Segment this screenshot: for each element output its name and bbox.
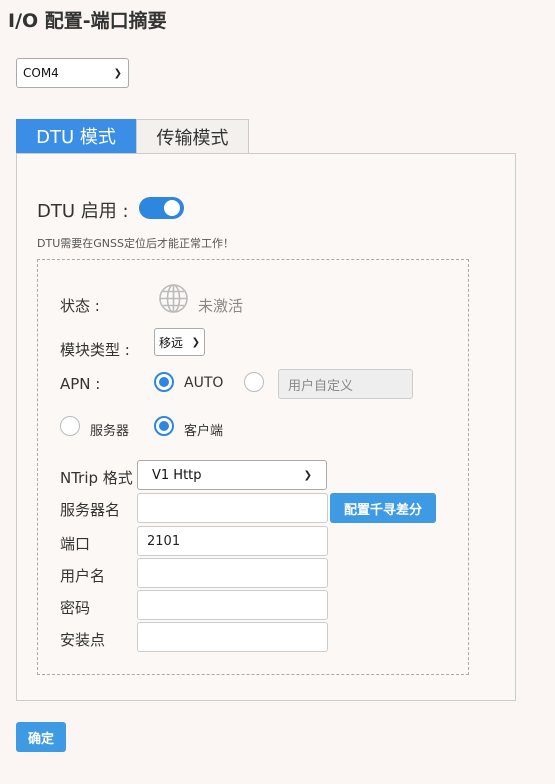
server-name-input[interactable] — [137, 493, 328, 523]
tab-dtu-mode[interactable]: DTU 模式 — [16, 119, 136, 153]
module-type-label: 模块类型 : — [60, 341, 130, 359]
username-label: 用户名 — [60, 567, 106, 585]
ntrip-format-value: V1 Http — [152, 467, 202, 483]
ntrip-format-label: NTrip 格式 — [60, 469, 133, 487]
apn-custom-radio[interactable] — [244, 372, 264, 392]
password-label: 密码 — [60, 599, 91, 617]
chevron-down-icon: ❯ — [303, 469, 312, 481]
status-value: 未激活 — [198, 297, 244, 315]
globe-icon — [158, 283, 189, 314]
dtu-enable-label: DTU 启用 : — [37, 201, 129, 222]
port-select-value: COM4 — [23, 66, 59, 80]
dtu-enable-toggle[interactable] — [139, 197, 184, 219]
ntrip-format-select[interactable]: V1 Http ❯ — [137, 460, 327, 490]
client-label: 客户端 — [184, 424, 224, 439]
dtu-note: DTU需要在GNSS定位后才能正常工作！ — [37, 237, 234, 250]
password-input[interactable] — [137, 590, 328, 620]
apn-auto-radio[interactable] — [154, 372, 174, 392]
confirm-button[interactable]: 确定 — [16, 722, 66, 752]
toggle-knob — [164, 200, 180, 216]
apn-auto-label: AUTO — [184, 375, 224, 391]
server-label: 服务器 — [90, 424, 130, 439]
server-radio[interactable] — [60, 416, 80, 436]
port-label: 端口 — [60, 535, 91, 553]
module-type-value: 移远 — [159, 335, 184, 350]
module-type-select[interactable]: 移远 ❯ — [154, 328, 205, 356]
mountpoint-label: 安装点 — [60, 631, 106, 649]
page-title: I/O 配置-端口摘要 — [8, 10, 167, 32]
username-input[interactable] — [137, 558, 328, 588]
tab-transfer-mode[interactable]: 传输模式 — [136, 119, 249, 153]
chevron-down-icon: ❯ — [191, 336, 200, 348]
mountpoint-input[interactable] — [137, 622, 328, 652]
status-label: 状态 : — [60, 297, 100, 315]
qianxun-config-button[interactable]: 配置千寻差分 — [330, 493, 436, 523]
apn-label: APN : — [60, 375, 101, 393]
server-name-label: 服务器名 — [60, 501, 121, 519]
apn-custom-input[interactable]: 用户自定义 — [278, 369, 413, 399]
port-select[interactable]: COM4 ❯ — [16, 58, 129, 88]
client-radio[interactable] — [154, 416, 174, 436]
port-input[interactable]: 2101 — [137, 526, 328, 556]
chevron-down-icon: ❯ — [113, 67, 122, 79]
